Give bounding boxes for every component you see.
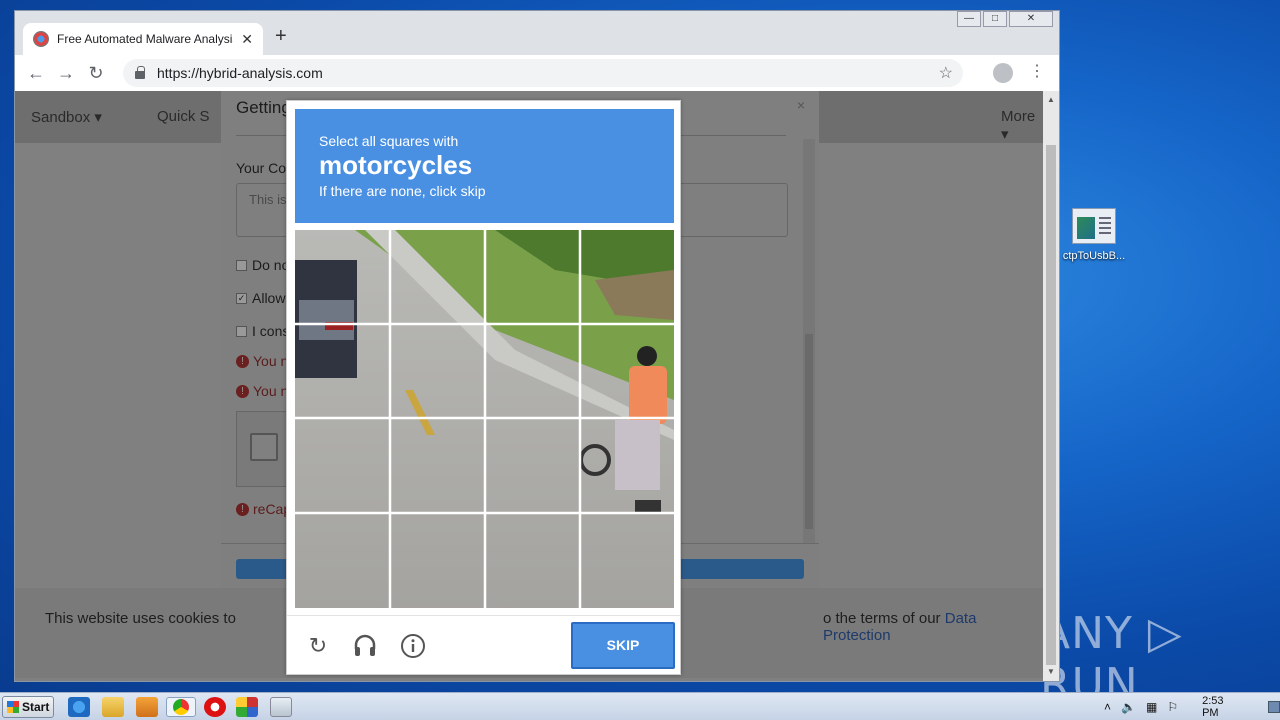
audio-challenge-icon[interactable]	[352, 633, 378, 659]
checkbox-label: Allow	[252, 290, 286, 306]
winrar-icon[interactable]	[236, 697, 258, 717]
address-bar[interactable]: https://hybrid-analysis.com ☆	[123, 59, 963, 87]
start-button[interactable]: Start	[2, 696, 54, 718]
windows-flag-icon	[7, 701, 19, 713]
skip-button[interactable]: SKIP	[571, 622, 675, 669]
back-icon[interactable]: ←	[21, 63, 51, 84]
network-icon[interactable]: ▦	[1146, 700, 1157, 714]
bookmark-star-icon[interactable]: ☆	[939, 63, 953, 83]
nav-more[interactable]: More ▾	[1001, 108, 1043, 143]
modal-scrollbar-thumb[interactable]	[805, 334, 813, 529]
checkbox-do-not[interactable]: Do no	[236, 257, 289, 273]
recaptcha-checkbox[interactable]	[250, 433, 278, 461]
profile-avatar-icon[interactable]	[993, 63, 1013, 83]
cookie-terms-text: o the terms of our	[823, 610, 945, 627]
start-label: Start	[22, 700, 50, 714]
maximize-button[interactable]: □	[983, 11, 1007, 27]
error-icon: !	[236, 384, 249, 398]
captcha-hint: If there are none, click skip	[319, 183, 486, 199]
captcha-instruction: Select all squares with	[319, 133, 459, 149]
checkbox-label: I cons	[252, 323, 290, 339]
clock[interactable]: 2:53 PM	[1202, 695, 1238, 719]
checkbox-box[interactable]	[236, 259, 247, 271]
browser-toolbar: ← → ↻ https://hybrid-analysis.com ☆ ⋮	[15, 55, 1059, 91]
lock-icon	[135, 66, 145, 79]
recaptcha-challenge: Select all squares with motorcycles If t…	[286, 100, 681, 675]
volume-icon[interactable]: 🔈	[1121, 700, 1136, 714]
captcha-target: motorcycles	[319, 150, 473, 180]
tray-expand-icon[interactable]: ˄	[1104, 700, 1111, 714]
url-text: https://hybrid-analysis.com	[157, 65, 323, 81]
error-message: ! reCap	[236, 501, 291, 517]
document-icon	[1072, 208, 1116, 244]
show-desktop-icon[interactable]	[1267, 701, 1280, 713]
captcha-image-grid	[295, 230, 674, 608]
browser-menu-icon[interactable]: ⋮	[1029, 61, 1045, 81]
reload-icon[interactable]: ↻	[81, 63, 111, 84]
action-center-flag-icon[interactable]: ⚐	[1167, 700, 1178, 714]
internet-explorer-icon[interactable]	[68, 697, 90, 717]
error-icon: !	[236, 502, 249, 516]
scroll-up-icon[interactable]: ▲	[1047, 95, 1055, 104]
nav-quick-scan[interactable]: Quick S	[157, 108, 210, 125]
scroll-down-icon[interactable]: ▼	[1047, 667, 1055, 676]
page-scrollbar[interactable]: ▲ ▼	[1043, 91, 1059, 681]
error-text: You n	[253, 353, 289, 369]
captcha-header: Select all squares with motorcycles If t…	[295, 109, 674, 223]
desktop-file-icon[interactable]: ctpToUsbB...	[1058, 206, 1130, 262]
cookie-text: This website uses cookies to	[45, 610, 236, 627]
app-window-icon[interactable]	[270, 697, 292, 717]
file-explorer-icon[interactable]	[102, 697, 124, 717]
tab-title: Free Automated Malware Analysis Se	[57, 32, 233, 46]
captcha-road-image	[295, 230, 674, 608]
favicon-icon	[33, 31, 49, 47]
reload-challenge-icon[interactable]: ↻	[305, 633, 331, 659]
cookie-terms: o the terms of our Data Protection	[823, 610, 1043, 644]
forward-icon[interactable]: →	[51, 63, 81, 84]
info-icon[interactable]	[400, 633, 426, 659]
opera-icon[interactable]	[204, 697, 226, 717]
tab-close-icon[interactable]: ✕	[241, 31, 253, 48]
nav-sandbox[interactable]: Sandbox ▾	[31, 108, 102, 126]
captcha-footer-divider	[287, 615, 680, 616]
checkbox-label: Do no	[252, 257, 290, 273]
page-scrollbar-thumb[interactable]	[1046, 145, 1056, 665]
error-message: ! You n	[236, 383, 288, 399]
checkbox-consent[interactable]: I cons	[236, 323, 289, 339]
browser-tab[interactable]: Free Automated Malware Analysis Se ✕	[23, 23, 263, 55]
error-message: ! You n	[236, 353, 288, 369]
chrome-taskbar-icon[interactable]	[166, 697, 196, 717]
window-close-button[interactable]: ✕	[1009, 11, 1053, 27]
checkbox-box-checked[interactable]: ✓	[236, 292, 247, 304]
new-tab-button[interactable]: +	[275, 25, 287, 48]
error-text: You n	[253, 383, 289, 399]
modal-close-icon[interactable]: ×	[797, 97, 805, 113]
error-icon: !	[236, 354, 249, 368]
window-controls: — □ ✕	[957, 11, 1053, 27]
desktop-icon-label: ctpToUsbB...	[1062, 250, 1126, 262]
taskbar: Start ˄ 🔈 ▦ ⚐ 2:53 PM	[0, 692, 1280, 720]
minimize-button[interactable]: —	[957, 11, 981, 27]
checkbox-allow[interactable]: ✓ Allow	[236, 290, 285, 306]
chrome-icon	[173, 699, 189, 715]
system-tray: ˄ 🔈 ▦ ⚐ 2:53 PM	[1104, 693, 1280, 720]
modal-scrollbar[interactable]	[803, 139, 815, 544]
media-player-icon[interactable]	[136, 697, 158, 717]
checkbox-box[interactable]	[236, 325, 247, 337]
